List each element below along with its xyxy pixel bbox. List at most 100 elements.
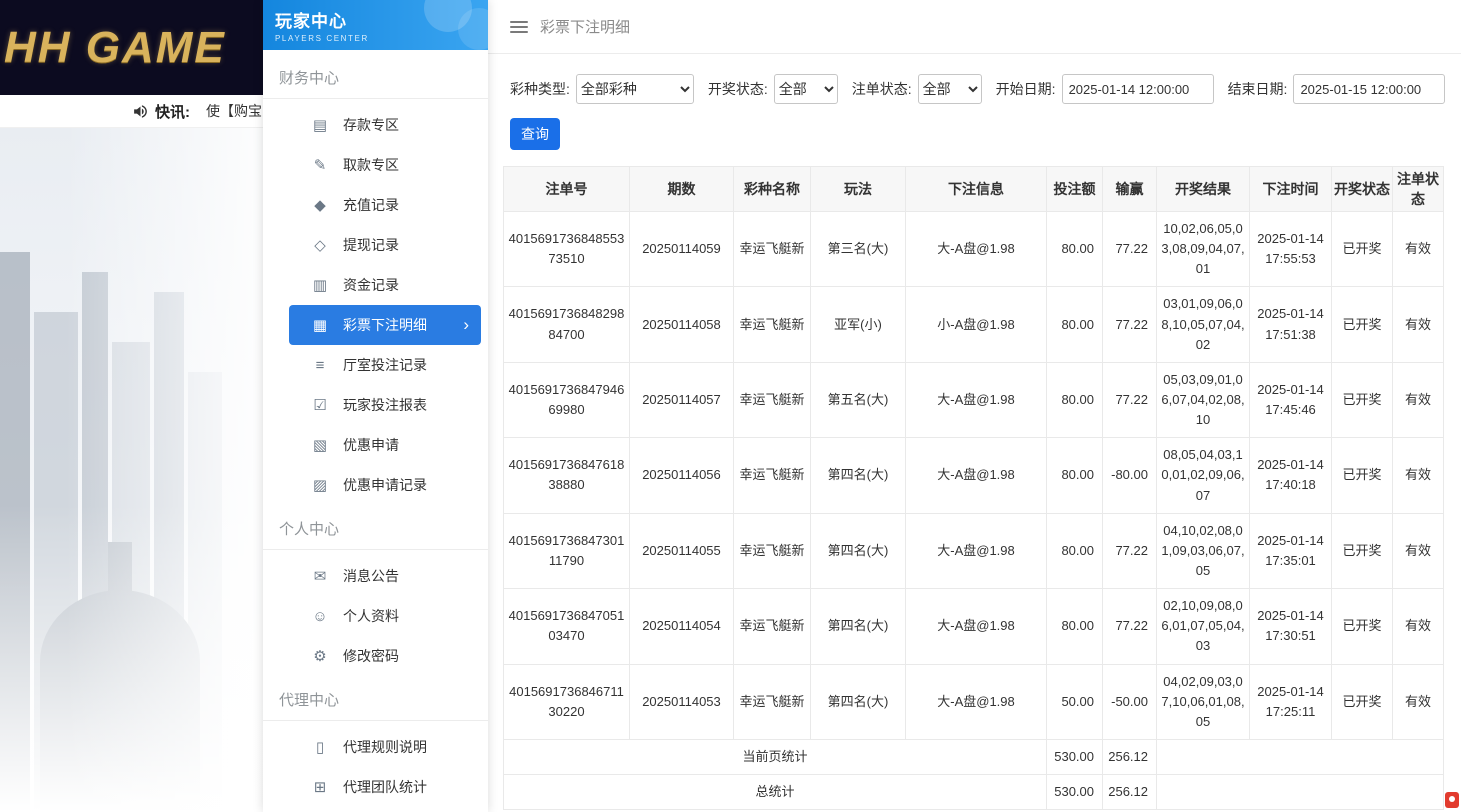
sidebar-item-hall-bet-records[interactable]: ≡厅室投注记录 [289, 345, 481, 385]
summary-label: 总统计 [504, 775, 1047, 810]
cell-bet-no: 401569173684730111790 [504, 513, 630, 588]
recharge-record-icon: ◆ [311, 196, 329, 214]
cell-bet-info: 大-A盘@1.98 [906, 513, 1047, 588]
summary-empty [1157, 775, 1444, 810]
sidebar-item-recharge-record[interactable]: ◆ 充值记录 [289, 185, 481, 225]
cell-play: 第四名(大) [811, 664, 906, 739]
cell-win-loss: -50.00 [1103, 664, 1157, 739]
cell-bet-no: 401569173684761838880 [504, 438, 630, 513]
sidebar-item-promo-records[interactable]: ▨优惠申请记录 [289, 465, 481, 505]
cell-draw-status: 已开奖 [1332, 589, 1393, 664]
sidebar-item-player-bet-report[interactable]: ☑玩家投注报表 [289, 385, 481, 425]
cell-draw-result: 04,02,09,03,07,10,06,01,08,05 [1157, 664, 1250, 739]
menu-toggle-icon[interactable] [510, 21, 528, 33]
content-topbar: 彩票下注明细 [488, 0, 1461, 54]
end-date-label: 结束日期: [1228, 79, 1288, 99]
table-row: 40156917368482988470020250114058幸运飞艇新亚军(… [504, 287, 1444, 362]
sidebar-item-announcements-bell[interactable]: ✉消息公告 [289, 556, 481, 596]
cell-bet-status: 有效 [1393, 664, 1444, 739]
sidebar-nav: 财务中心 ▤存款专区 ✎ 取款专区 ◆ 充值记录 ◇提现记录▥资金记录▦彩票下注明细›≡厅室… [263, 50, 488, 812]
end-date-input[interactable] [1293, 74, 1445, 104]
cell-bet-status: 有效 [1393, 212, 1444, 287]
draw-status-label: 开奖状态: [708, 79, 768, 99]
table-header-row: 注单号期数彩种名称玩法下注信息投注额输赢开奖结果下注时间开奖状态注单状态 [504, 167, 1444, 212]
section-title: 财务中心 [263, 54, 488, 99]
sidebar-item-label: 取款专区 [343, 155, 399, 175]
bet-status-label: 注单状态: [852, 79, 912, 99]
bet-status-select[interactable]: 全部 [918, 74, 982, 104]
cell-bet-status: 有效 [1393, 589, 1444, 664]
player-center-sidebar: 玩家中心 PLAYERS CENTER 财务中心▤存款专区✎取款专区◆充值记录◇… [263, 0, 488, 812]
cell-draw-result: 03,01,09,06,08,10,05,07,04,02 [1157, 287, 1250, 362]
cell-bet-no: 401569173684671130220 [504, 664, 630, 739]
sidebar-item-deposit[interactable]: ▤存款专区 [289, 105, 481, 145]
col-bet-time: 下注时间 [1250, 167, 1332, 212]
cell-bet-amount: 80.00 [1047, 287, 1103, 362]
cell-bet-no: 401569173684705103470 [504, 589, 630, 664]
cell-lottery-name: 幸运飞艇新 [734, 589, 811, 664]
sidebar-item-lottery-bet-details[interactable]: ▦彩票下注明细› [289, 305, 481, 345]
sidebar-item-label: 消息公告 [343, 566, 399, 586]
screen: HH GAME 快讯: 使【购宝 [0, 0, 1461, 812]
cell-period: 20250114058 [630, 287, 734, 362]
cell-bet-amount: 80.00 [1047, 212, 1103, 287]
cell-win-loss: 77.22 [1103, 589, 1157, 664]
sidebar-item-funds-record[interactable]: ▥资金记录 [289, 265, 481, 305]
cell-draw-status: 已开奖 [1332, 438, 1393, 513]
cell-bet-status: 有效 [1393, 287, 1444, 362]
player-bet-report-icon: ☑ [311, 396, 329, 414]
site-logo[interactable]: HH GAME [0, 23, 226, 73]
sidebar-item-agent-team-stats[interactable]: ⊞ 代理团队统计 [289, 767, 481, 807]
sidebar-item-label: 充值记录 [343, 195, 399, 215]
cell-win-loss: 77.22 [1103, 362, 1157, 437]
summary-bet-amount: 530.00 [1047, 739, 1103, 774]
table-row: 40156917368485537351020250114059幸运飞艇新第三名… [504, 212, 1444, 287]
section-title: 代理中心 [263, 676, 488, 721]
cell-bet-time: 2025-01-14 17:45:46 [1250, 362, 1332, 437]
floating-service-icon[interactable] [1445, 792, 1459, 808]
start-date-input[interactable] [1062, 74, 1214, 104]
cell-lottery-name: 幸运飞艇新 [734, 664, 811, 739]
cell-lottery-name: 幸运飞艇新 [734, 362, 811, 437]
hall-bet-records-icon: ≡ [311, 357, 329, 374]
cell-bet-status: 有效 [1393, 513, 1444, 588]
sidebar-item-label: 彩票下注明细 [343, 315, 427, 335]
sidebar-item-label: 存款专区 [343, 115, 399, 135]
change-password-gear-icon: ⚙ [311, 647, 329, 665]
col-bet-info: 下注信息 [906, 167, 1047, 212]
cell-bet-no: 401569173684855373510 [504, 212, 630, 287]
sidebar-item-agent-rules-doc[interactable]: ▯代理规则说明 [289, 727, 481, 767]
col-win-loss: 输赢 [1103, 167, 1157, 212]
draw-status-select[interactable]: 全部 [774, 74, 838, 104]
sidebar-item-profile-person[interactable]: ☺个人资料 [289, 596, 481, 636]
cell-period: 20250114053 [630, 664, 734, 739]
ticker-label: 快讯: [155, 101, 190, 122]
sidebar-item-promo-apply[interactable]: ▧优惠申请 [289, 425, 481, 465]
withdraw-icon: ✎ [311, 156, 329, 174]
news-ticker: 快讯: 使【购宝 [0, 95, 263, 128]
cell-bet-info: 大-A盘@1.98 [906, 589, 1047, 664]
sidebar-item-label: 代理团队统计 [343, 777, 427, 797]
cell-win-loss: 77.22 [1103, 212, 1157, 287]
cell-draw-result: 10,02,06,05,03,08,09,04,07,01 [1157, 212, 1250, 287]
ticker-text: 使【购宝 [206, 101, 262, 121]
cell-play: 第三名(大) [811, 212, 906, 287]
query-button[interactable]: 查询 [510, 118, 560, 150]
sidebar-item-withdrawal-record[interactable]: ◇提现记录 [289, 225, 481, 265]
agent-team-stats-icon: ⊞ [311, 778, 329, 796]
cell-win-loss: 77.22 [1103, 287, 1157, 362]
lottery-type-label: 彩种类型: [510, 79, 570, 99]
sidebar-item-change-password-gear[interactable]: ⚙修改密码 [289, 636, 481, 676]
summary-win-loss: 256.12 [1103, 739, 1157, 774]
sidebar-item-label: 资金记录 [343, 275, 399, 295]
sidebar-item-withdraw[interactable]: ✎ 取款专区 [289, 145, 481, 185]
cell-play: 亚军(小) [811, 287, 906, 362]
cell-lottery-name: 幸运飞艇新 [734, 438, 811, 513]
cell-bet-info: 小-A盘@1.98 [906, 287, 1047, 362]
col-draw-status: 开奖状态 [1332, 167, 1393, 212]
cell-bet-no: 401569173684794669980 [504, 362, 630, 437]
col-bet-amount: 投注额 [1047, 167, 1103, 212]
sidebar-item-label: 优惠申请记录 [343, 475, 427, 495]
lottery-type-select[interactable]: 全部彩种 [576, 74, 694, 104]
cell-win-loss: 77.22 [1103, 513, 1157, 588]
